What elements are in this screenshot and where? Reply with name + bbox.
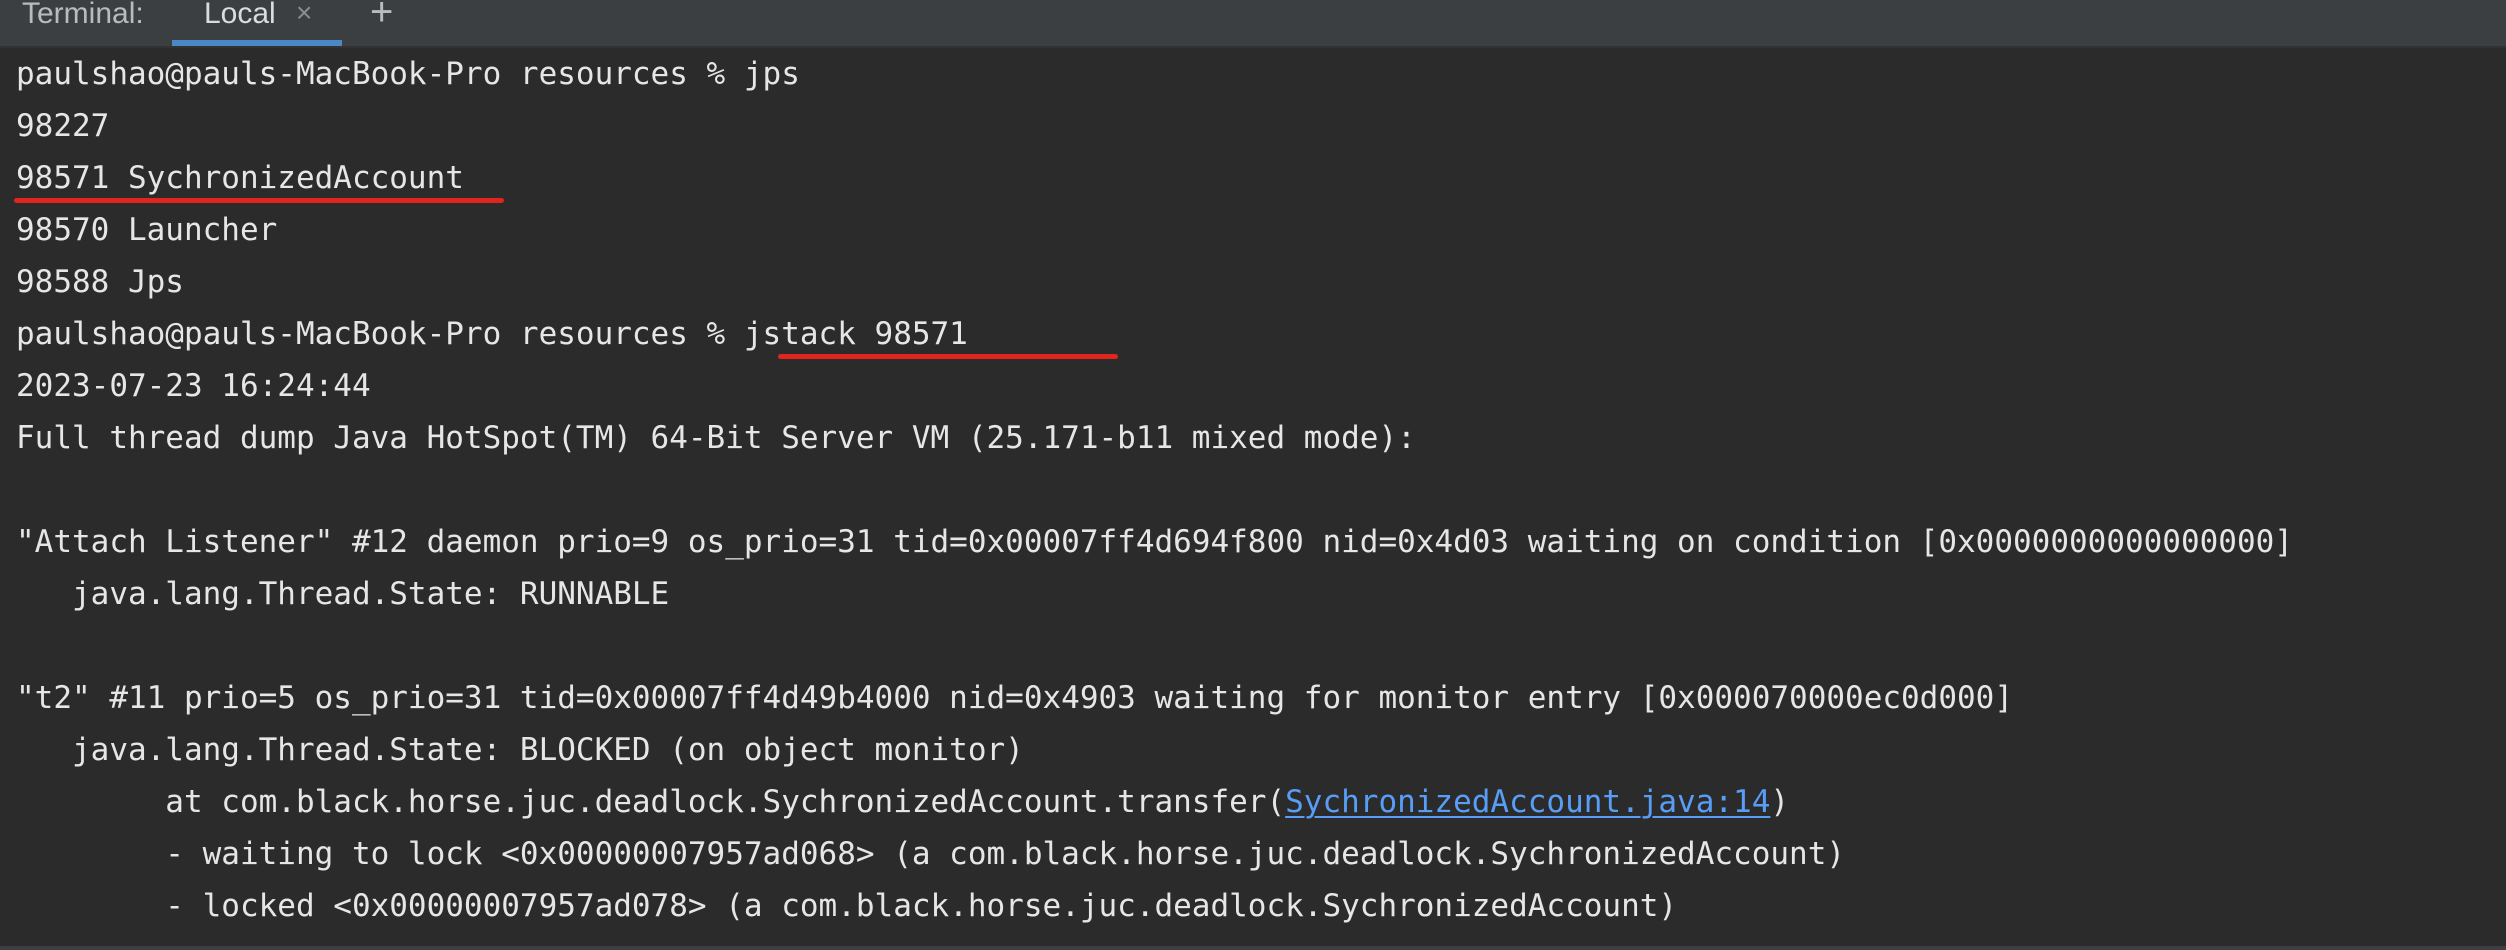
tab-local-label: Local [204,0,276,30]
terminal-line: 98571 SychronizedAccount [16,160,464,196]
annotation-underline-pid [14,198,504,203]
terminal-line: java.lang.Thread.State: BLOCKED (on obje… [16,732,1024,768]
stack-frame-text: at com.black.horse.juc.deadlock.Sychroni… [16,784,1286,820]
stack-frame-suffix: ) [1770,784,1790,820]
terminal-line: java.lang.Thread.State: RUNNABLE [16,576,670,612]
tab-local[interactable]: Local × [172,0,342,46]
terminal-line: - waiting to lock <0x00000007957ad068> (… [16,836,1846,872]
close-icon[interactable]: × [296,0,312,28]
terminal-title: Terminal: [22,0,144,30]
terminal-line: - locked <0x00000007957ad078> (a com.bla… [16,888,1678,924]
terminal-line: 2023-07-23 16:24:44 [16,368,371,404]
terminal-line-stack-frame: at com.black.horse.juc.deadlock.Sychroni… [16,776,1789,828]
source-file-link[interactable]: SychronizedAccount.java:14 [1285,784,1770,820]
terminal-tool-window-header: Terminal: Local × + [0,0,2506,48]
terminal-line: Full thread dump Java HotSpot(TM) 64-Bit… [16,420,1416,456]
terminal-line: paulshao@pauls-MacBook-Pro resources % j… [16,56,800,92]
terminal-line: "Attach Listener" #12 daemon prio=9 os_p… [16,524,2293,560]
annotation-underline-jstack [778,354,1118,359]
add-icon[interactable]: + [370,0,393,32]
terminal-line: paulshao@pauls-MacBook-Pro resources % j… [16,316,968,352]
bottom-border [0,946,2506,950]
terminal-line: 98570 Launcher [16,212,278,248]
ide-terminal-window: Terminal: Local × + paulshao@pauls-MacBo… [0,0,2506,950]
terminal-output[interactable]: paulshao@pauls-MacBook-Pro resources % j… [0,48,2506,946]
active-tab-indicator [172,40,342,46]
terminal-line: "t2" #11 prio=5 os_prio=31 tid=0x00007ff… [16,680,2014,716]
terminal-line: 98588 Jps [16,264,184,300]
terminal-line: 98227 [16,108,110,144]
